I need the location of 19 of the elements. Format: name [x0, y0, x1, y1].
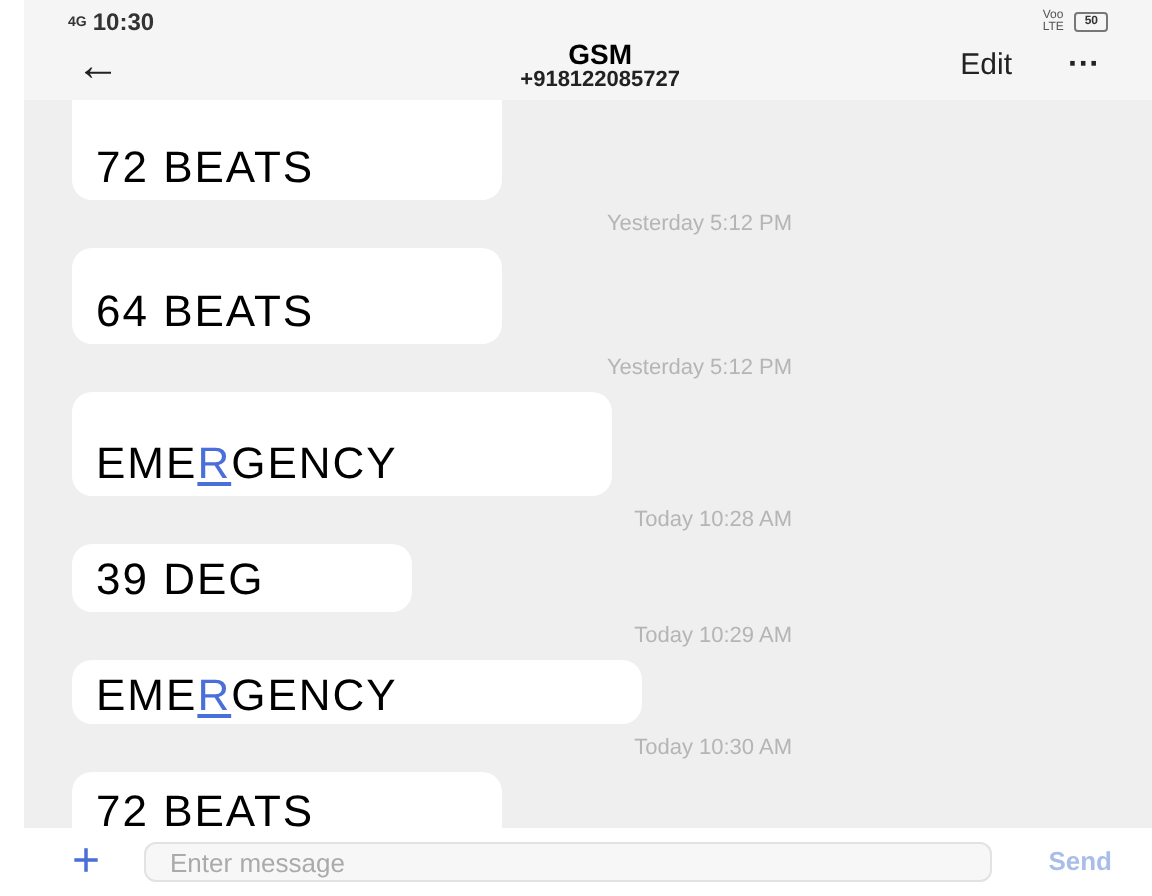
phone-number: +918122085727 [520, 68, 680, 92]
message-text: 64 BEATS [96, 288, 315, 336]
edit-button[interactable]: Edit [960, 43, 1013, 89]
add-button[interactable]: + [72, 838, 101, 886]
message-text: 72 BEATS [96, 788, 315, 828]
message-timestamp: Today 10:30 AM [634, 733, 792, 764]
status-time: 10:30 [92, 6, 155, 40]
message-timestamp: Yesterday 5:12 PM [606, 209, 792, 240]
message-text: 72 BEATS [96, 144, 315, 192]
message-field[interactable]: Enter message [144, 842, 993, 882]
message-text: 39 DEG [96, 556, 265, 604]
message-text: EMERGENCY [96, 672, 398, 720]
more-button[interactable]: ··· [1068, 42, 1100, 90]
back-button[interactable]: ← [76, 44, 120, 88]
message-timestamp: Today 10:28 AM [634, 505, 792, 536]
message-timestamp: Today 10:29 AM [634, 621, 792, 652]
message-timestamp: Yesterday 5:12 PM [606, 353, 792, 384]
contact-name: GSM [568, 40, 633, 68]
message-text: EMERGENCY [96, 440, 398, 488]
